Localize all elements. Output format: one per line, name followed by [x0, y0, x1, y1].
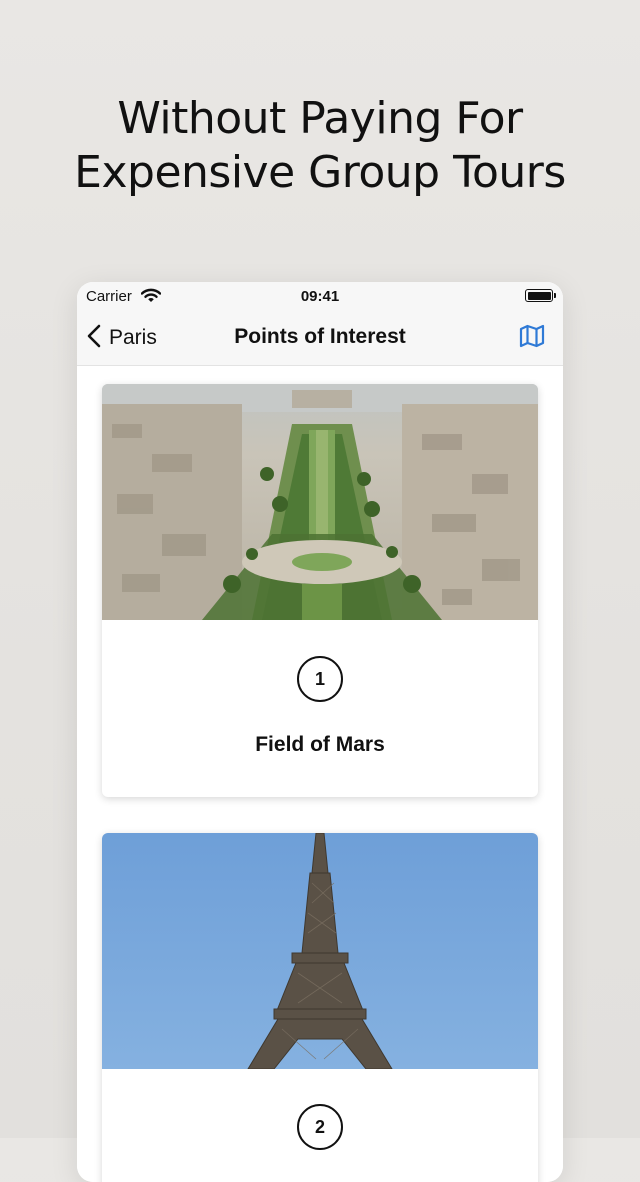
phone-screen: Carrier 09:41 Paris Points of Interest 1…: [77, 282, 563, 1182]
map-button[interactable]: [519, 324, 545, 353]
page-title: Points of Interest: [234, 325, 406, 348]
poi-title: Field of Mars: [255, 733, 385, 756]
clock: 09:41: [300, 288, 340, 305]
aerial-park-photo: [102, 384, 538, 620]
navigation-bar: Paris Points of Interest: [77, 310, 563, 366]
poi-number-badge: 2: [297, 1104, 343, 1150]
poi-number-badge: 1: [297, 656, 343, 702]
eiffel-tower-photo: [102, 833, 538, 1069]
poi-card[interactable]: 1 Field of Mars: [102, 384, 538, 797]
poi-card[interactable]: 2: [102, 833, 538, 1182]
headline: Without Paying For Expensive Group Tours: [0, 92, 640, 200]
battery-tip: [554, 293, 556, 298]
headline-line-2: Expensive Group Tours: [74, 147, 566, 198]
poi-list: 1 Field of Mars 2: [77, 366, 563, 1182]
status-bar: Carrier 09:41: [77, 282, 563, 310]
map-icon: [519, 324, 545, 352]
headline-line-1: Without Paying For: [117, 93, 523, 144]
battery-icon: [525, 289, 553, 302]
